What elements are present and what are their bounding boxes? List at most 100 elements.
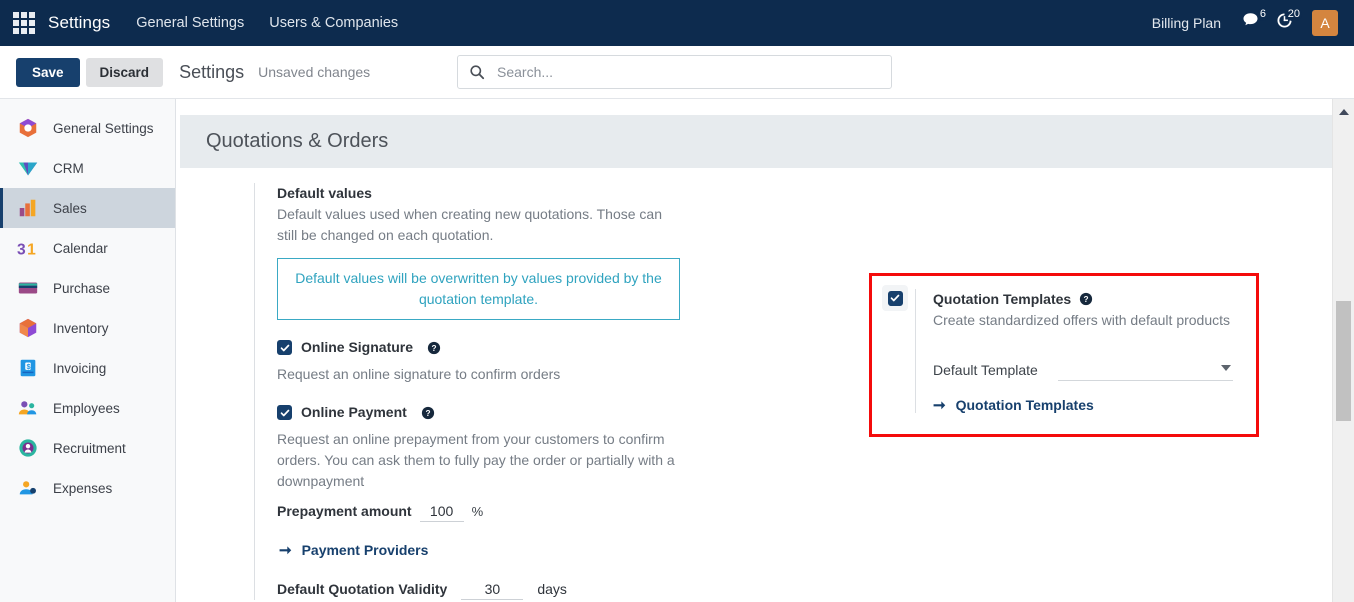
search-input[interactable] xyxy=(495,57,875,87)
vertical-scrollbar[interactable] xyxy=(1332,99,1354,602)
help-circle-icon[interactable]: ? xyxy=(421,406,435,420)
purchase-icon xyxy=(16,276,40,300)
online-payment-description: Request an online prepayment from your c… xyxy=(277,431,675,489)
sidebar-item-inventory[interactable]: Inventory xyxy=(0,308,175,348)
chevron-down-icon xyxy=(1220,365,1231,371)
inventory-icon xyxy=(16,316,40,340)
svg-text:3: 3 xyxy=(17,241,26,258)
sidebar-item-calendar[interactable]: 3 1 Calendar xyxy=(0,228,175,268)
help-circle-icon[interactable]: ? xyxy=(427,341,441,355)
search-icon xyxy=(469,64,485,80)
sidebar-item-label: Employees xyxy=(53,400,120,416)
sidebar-item-label: General Settings xyxy=(53,120,154,136)
default-values-block: Default values Default values used when … xyxy=(254,183,680,600)
online-signature-checkbox[interactable] xyxy=(277,340,292,355)
invoicing-icon: $ xyxy=(16,356,40,380)
quotation-templates-body: Quotation Templates ? Create standardize… xyxy=(915,289,1233,413)
quotation-templates-link[interactable]: ➞ Quotation Templates xyxy=(933,397,1233,413)
apps-grid-icon[interactable] xyxy=(13,12,35,34)
chat-bubble-icon xyxy=(1241,11,1260,35)
sidebar-item-label: Sales xyxy=(53,200,87,216)
activities-badge: 20 xyxy=(1285,8,1302,21)
caret-up-icon[interactable] xyxy=(1338,109,1349,115)
check-icon xyxy=(280,344,289,351)
default-values-description: Default values used when creating new qu… xyxy=(277,206,662,243)
quotation-validity-input[interactable] xyxy=(461,580,524,600)
default-values-alert: Default values will be overwritten by va… xyxy=(277,258,680,320)
billing-plan-link[interactable]: Billing Plan xyxy=(1152,15,1221,31)
sidebar-item-label: CRM xyxy=(53,160,84,176)
quotation-validity-label: Default Quotation Validity xyxy=(277,581,448,597)
online-signature-row: Online Signature ? xyxy=(277,338,669,357)
payment-providers-link[interactable]: ➞ Payment Providers xyxy=(279,542,669,558)
default-values-title: Default values xyxy=(277,185,372,201)
sidebar-item-expenses[interactable]: Expenses xyxy=(0,468,175,508)
top-navbar: Settings General Settings Users & Compan… xyxy=(0,0,1354,46)
prepayment-amount-unit: % xyxy=(471,504,484,519)
discard-button[interactable]: Discard xyxy=(85,57,164,87)
nav-link-general-settings[interactable]: General Settings xyxy=(136,15,244,31)
svg-text:?: ? xyxy=(1084,294,1089,304)
sidebar-item-label: Calendar xyxy=(53,240,108,256)
quotation-validity-unit: days xyxy=(537,581,567,597)
messages-button[interactable]: 6 xyxy=(1233,6,1268,40)
section-header: Quotations & Orders xyxy=(180,115,1332,168)
quotation-templates-description: Create standardized offers with default … xyxy=(933,312,1231,328)
svg-text:?: ? xyxy=(431,343,436,353)
expenses-icon xyxy=(16,476,40,500)
online-signature-description: Request an online signature to confirm o… xyxy=(277,366,561,382)
settings-sidebar: General Settings CRM Sales 3 1 Calendar … xyxy=(0,99,176,602)
section-title: Quotations & Orders xyxy=(206,130,389,152)
arrow-right-icon: ➞ xyxy=(933,396,946,414)
online-payment-label: Online Payment ? xyxy=(301,403,435,422)
sidebar-item-label: Expenses xyxy=(53,480,113,496)
activities-button[interactable]: 20 xyxy=(1267,6,1302,40)
quotation-templates-checkbox[interactable] xyxy=(882,285,908,311)
quotation-templates-title: Quotation Templates ? xyxy=(933,289,1233,309)
help-circle-icon[interactable]: ? xyxy=(1079,292,1093,306)
svg-text:?: ? xyxy=(425,408,430,418)
online-payment-row: Online Payment ? xyxy=(277,403,669,422)
arrow-right-icon: ➞ xyxy=(279,541,292,559)
sidebar-item-crm[interactable]: CRM xyxy=(0,148,175,188)
sidebar-item-employees[interactable]: Employees xyxy=(0,388,175,428)
save-button[interactable]: Save xyxy=(16,57,80,87)
default-template-label: Default Template xyxy=(933,362,1038,378)
quotation-templates-link-label: Quotation Templates xyxy=(955,397,1094,413)
svg-text:$: $ xyxy=(26,362,30,371)
svg-text:1: 1 xyxy=(27,241,36,258)
sidebar-item-invoicing[interactable]: $ Invoicing xyxy=(0,348,175,388)
settings-content: Quotations & Orders Default values Defau… xyxy=(176,99,1354,602)
payment-providers-link-label: Payment Providers xyxy=(301,542,429,558)
sidebar-item-sales[interactable]: Sales xyxy=(0,188,175,228)
unsaved-changes-status: Unsaved changes xyxy=(258,64,371,80)
search-box[interactable] xyxy=(457,55,892,89)
calendar-icon: 3 1 xyxy=(16,236,40,260)
recruitment-icon xyxy=(16,436,40,460)
employees-icon xyxy=(16,396,40,420)
scroll-thumb[interactable] xyxy=(1336,301,1351,421)
page-title: Settings xyxy=(179,61,245,82)
prepayment-amount-label: Prepayment amount xyxy=(277,503,412,519)
default-template-select[interactable] xyxy=(1057,359,1233,381)
sidebar-item-general-settings[interactable]: General Settings xyxy=(0,108,175,148)
sidebar-item-label: Inventory xyxy=(53,320,109,336)
check-icon xyxy=(280,409,289,416)
nav-link-users-companies[interactable]: Users & Companies xyxy=(269,15,398,31)
app-brand-title[interactable]: Settings xyxy=(48,13,110,33)
online-payment-checkbox[interactable] xyxy=(277,405,292,420)
default-template-row: Default Template xyxy=(933,359,1233,381)
quotation-templates-block: Quotation Templates ? Create standardize… xyxy=(882,285,1242,413)
quotation-validity-row: Default Quotation Validity days xyxy=(277,580,669,600)
general-settings-icon xyxy=(16,116,40,140)
sidebar-item-purchase[interactable]: Purchase xyxy=(0,268,175,308)
prepayment-amount-row: Prepayment amount % xyxy=(277,502,669,522)
prepayment-amount-input[interactable] xyxy=(419,502,464,522)
avatar[interactable]: A xyxy=(1312,10,1338,36)
settings-column-left: Default values Default values used when … xyxy=(254,183,680,602)
sidebar-item-label: Invoicing xyxy=(53,360,107,376)
navbar-right-group: Billing Plan 6 20 A xyxy=(1152,6,1354,40)
quotation-templates-header: Quotation Templates ? Create standardize… xyxy=(882,285,1242,413)
sidebar-item-recruitment[interactable]: Recruitment xyxy=(0,428,175,468)
sidebar-item-label: Purchase xyxy=(53,280,111,296)
